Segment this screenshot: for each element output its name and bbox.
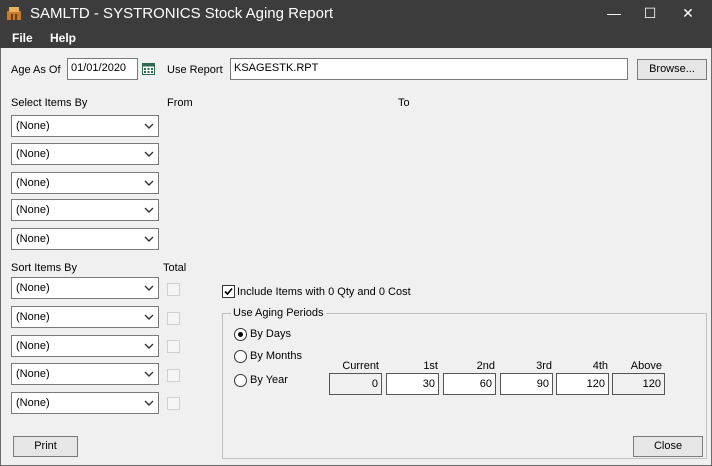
radio-selected-dot	[238, 332, 243, 337]
chevron-down-icon	[144, 236, 154, 242]
close-window-button[interactable]: ✕	[670, 0, 706, 27]
use-report-field[interactable]: KSAGESTK.RPT	[230, 58, 628, 80]
total-label: Total	[163, 262, 187, 274]
menu-bar: File Help	[0, 27, 712, 48]
radio-label: By Days	[250, 328, 291, 340]
minimize-button[interactable]: —	[596, 0, 632, 27]
select-items-combo-2[interactable]: (None)	[11, 143, 159, 165]
sort-items-combo-4[interactable]: (None)	[11, 363, 159, 385]
period-header-current: Current	[342, 360, 379, 372]
combo-value: (None)	[16, 120, 50, 132]
total-checkbox-3[interactable]	[167, 340, 180, 353]
title-bar: SAMLTD - SYSTRONICS Stock Aging Report —…	[0, 0, 712, 27]
chevron-down-icon	[144, 371, 154, 377]
chevron-down-icon	[144, 151, 154, 157]
period-header-2nd: 2nd	[476, 360, 495, 372]
combo-value: (None)	[16, 340, 50, 352]
select-items-combo-3[interactable]: (None)	[11, 172, 159, 194]
to-label: To	[398, 97, 410, 109]
report-form: Age As Of 01/01/2020 Use Report KSAGESTK…	[0, 48, 712, 466]
window-title: SAMLTD - SYSTRONICS Stock Aging Report	[30, 5, 334, 22]
combo-value: (None)	[16, 282, 50, 294]
combo-value: (None)	[16, 177, 50, 189]
combo-value: (None)	[16, 233, 50, 245]
menu-help[interactable]: Help	[50, 31, 76, 45]
from-label: From	[167, 97, 193, 109]
period-current-field: 0	[329, 373, 382, 395]
maximize-button[interactable]: ☐	[632, 0, 668, 27]
radio-label: By Year	[250, 374, 288, 386]
sort-items-combo-5[interactable]: (None)	[11, 392, 159, 414]
total-checkbox-5[interactable]	[167, 397, 180, 410]
period-3rd-field[interactable]: 90	[500, 373, 553, 395]
combo-value: (None)	[16, 311, 50, 323]
period-header-4th: 4th	[592, 360, 608, 372]
select-items-label: Select Items By	[11, 97, 88, 109]
chevron-down-icon	[144, 180, 154, 186]
combo-value: (None)	[16, 397, 50, 409]
select-items-combo-4[interactable]: (None)	[11, 199, 159, 221]
chevron-down-icon	[144, 123, 154, 129]
radio-button[interactable]	[234, 374, 247, 387]
period-header-3rd: 3rd	[536, 360, 552, 372]
sort-items-combo-2[interactable]: (None)	[11, 306, 159, 328]
chevron-down-icon	[144, 343, 154, 349]
use-report-label: Use Report	[167, 64, 223, 76]
combo-value: (None)	[16, 368, 50, 380]
radio-label: By Months	[250, 350, 302, 362]
calendar-icon[interactable]	[142, 62, 155, 75]
select-items-combo-1[interactable]: (None)	[11, 115, 159, 137]
combo-value: (None)	[16, 148, 50, 160]
chevron-down-icon	[144, 400, 154, 406]
close-button[interactable]: Close	[633, 436, 703, 457]
chevron-down-icon	[144, 314, 154, 320]
aging-periods-legend: Use Aging Periods	[231, 307, 326, 319]
checkmark-icon	[224, 287, 233, 296]
select-items-combo-5[interactable]: (None)	[11, 228, 159, 250]
menu-file[interactable]: File	[12, 31, 33, 45]
browse-button[interactable]: Browse...	[637, 59, 707, 80]
include-zero-label[interactable]: Include Items with 0 Qty and 0 Cost	[237, 286, 411, 298]
total-checkbox-4[interactable]	[167, 369, 180, 382]
radio-button[interactable]	[234, 350, 247, 363]
period-2nd-field[interactable]: 60	[443, 373, 496, 395]
chevron-down-icon	[144, 285, 154, 291]
total-checkbox-2[interactable]	[167, 312, 180, 325]
period-4th-field[interactable]: 120	[556, 373, 609, 395]
print-button[interactable]: Print	[13, 436, 78, 457]
sort-items-combo-3[interactable]: (None)	[11, 335, 159, 357]
combo-value: (None)	[16, 204, 50, 216]
include-zero-checkbox[interactable]	[222, 285, 235, 298]
period-header-1st: 1st	[423, 360, 438, 372]
age-as-of-field[interactable]: 01/01/2020	[67, 58, 138, 80]
sort-items-label: Sort Items By	[11, 262, 78, 274]
period-1st-field[interactable]: 30	[386, 373, 439, 395]
app-icon	[7, 7, 21, 20]
total-checkbox-1[interactable]	[167, 283, 180, 296]
period-above-field: 120	[612, 373, 665, 395]
period-header-above: Above	[630, 360, 662, 372]
age-as-of-label: Age As Of	[11, 64, 61, 76]
chevron-down-icon	[144, 207, 154, 213]
sort-items-combo-1[interactable]: (None)	[11, 277, 159, 299]
radio-button[interactable]	[234, 328, 247, 341]
